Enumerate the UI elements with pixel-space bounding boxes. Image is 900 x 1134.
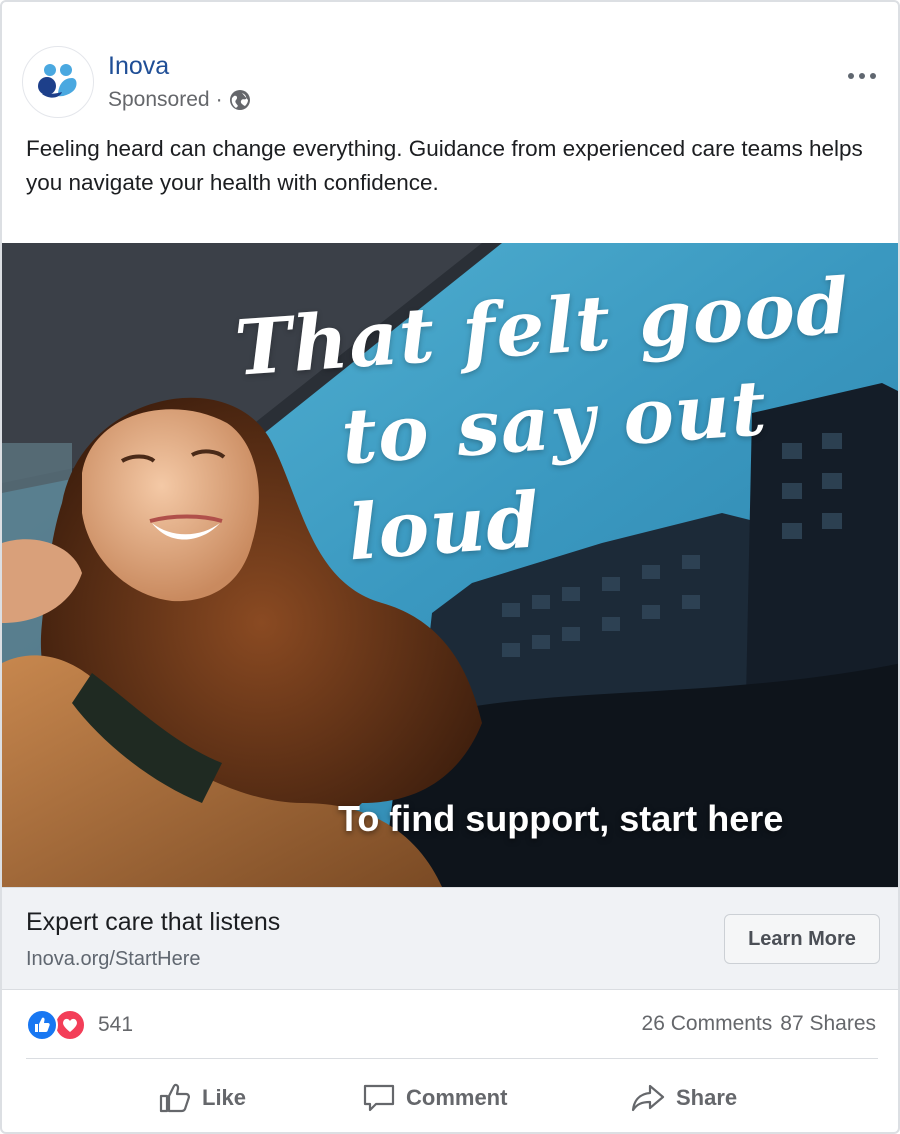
dot xyxy=(870,73,876,79)
inova-logo-icon xyxy=(38,64,77,98)
ad-overlay-text: To find support, start here xyxy=(338,798,784,839)
ad-image[interactable]: That felt good to say out loud To find s… xyxy=(2,243,898,887)
dot xyxy=(859,73,865,79)
post-header: Inova Sponsored · xyxy=(22,44,882,118)
share-arrow-icon xyxy=(631,1084,665,1112)
share-button[interactable]: Share xyxy=(630,1068,737,1128)
link-title[interactable]: Expert care that listens xyxy=(26,908,280,937)
comment-bubble-icon xyxy=(363,1084,395,1112)
page-avatar[interactable] xyxy=(22,46,94,118)
like-reaction-icon xyxy=(26,1009,58,1041)
meta-separator: · xyxy=(215,88,223,111)
engagement-counts: 26 Comments 87 Shares xyxy=(642,1012,876,1036)
sponsored-post-card: Inova Sponsored · Feeling heard can chan… xyxy=(0,0,900,1134)
learn-more-button[interactable]: Learn More xyxy=(724,914,880,964)
comment-label: Comment xyxy=(406,1085,508,1110)
more-options-icon[interactable] xyxy=(842,64,882,88)
post-actions-bar: Like Comment Share xyxy=(2,1068,898,1128)
comments-count[interactable]: 26 Comments xyxy=(642,1012,773,1036)
page-name-link[interactable]: Inova xyxy=(108,52,169,81)
like-label: Like xyxy=(202,1085,247,1110)
shares-count[interactable]: 87 Shares xyxy=(780,1012,876,1036)
reaction-count: 541 xyxy=(98,1013,134,1036)
comment-button[interactable]: Comment xyxy=(362,1068,507,1128)
sponsored-label[interactable]: Sponsored xyxy=(108,88,210,112)
link-url[interactable]: Inova.org/StartHere xyxy=(26,948,201,971)
love-reaction-icon xyxy=(54,1009,86,1041)
ad-headline: That felt good to say out loud xyxy=(232,255,898,588)
thumbs-up-icon xyxy=(159,1083,190,1113)
link-preview-bar[interactable]: Expert care that listens Inova.org/Start… xyxy=(2,887,898,990)
divider xyxy=(26,1058,878,1059)
share-label: Share xyxy=(676,1085,738,1110)
globe-icon[interactable] xyxy=(229,89,251,111)
reactions-summary[interactable]: 541 xyxy=(26,1008,133,1042)
dot xyxy=(848,73,854,79)
like-button[interactable]: Like xyxy=(158,1068,246,1128)
post-meta: Sponsored · xyxy=(108,88,251,112)
post-body-text: Feeling heard can change everything. Gui… xyxy=(26,136,863,195)
